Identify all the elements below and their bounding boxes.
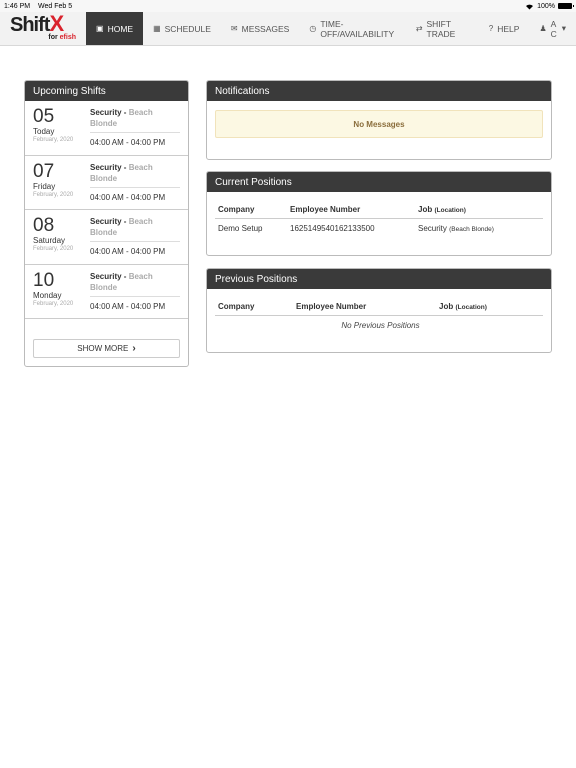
col-employee-number: Employee Number: [290, 205, 361, 214]
empty-row: No Previous Positions: [341, 320, 420, 330]
shift-day: 10: [33, 269, 55, 291]
status-time: 1:46 PM: [4, 2, 31, 10]
upcoming-shifts-title: Upcoming Shifts: [25, 81, 188, 101]
clock-icon: ◷: [309, 24, 317, 33]
calendar-icon: ▦: [153, 24, 161, 33]
nav-help[interactable]: ? HELP: [479, 12, 530, 45]
shift-month: February, 2020: [33, 191, 74, 198]
shift-role: Security -: [90, 108, 127, 117]
shift-time: 04:00 AM - 04:00 PM: [90, 247, 166, 256]
cell-job: Security (Beach Blonde): [418, 223, 494, 233]
shift-month: February, 2020: [33, 246, 74, 252]
top-navbar: ShiftX for efish ▣ HOME ▦ SCHEDULE ✉ MES…: [0, 12, 576, 46]
shift-weekday: Friday: [33, 181, 56, 191]
shift-item[interactable]: 07 Friday February, 2020 Security - Beac…: [25, 156, 188, 210]
upcoming-shifts-panel: Upcoming Shifts 05 Today February, 2020 …: [24, 80, 189, 367]
col-job: Job (Location): [418, 205, 466, 214]
table-header: Company Employee Number Job (Location): [215, 298, 543, 316]
shift-role: Security -: [90, 217, 127, 226]
table-header: Company Employee Number Job (Location): [215, 201, 543, 219]
current-positions-panel: Current Positions Company Employee Numbe…: [206, 171, 552, 256]
status-date: Wed Feb 5: [38, 2, 73, 10]
nav-messages-label: MESSAGES: [241, 23, 290, 34]
cell-employee-number: 1625149540162133500: [290, 223, 375, 233]
col-company: Company: [218, 302, 255, 311]
dashboard-icon: ▣: [96, 24, 104, 33]
current-positions-table: Company Employee Number Job (Location) D…: [215, 201, 543, 237]
table-row: Demo Setup 1625149540162133500 Security …: [215, 219, 543, 237]
shift-month: February, 2020: [33, 137, 74, 143]
caret-down-icon: ▾: [561, 23, 566, 33]
nav-time-off-label: TIME-OFF/AVAILABILITY: [320, 18, 395, 39]
shift-role: Security -: [90, 162, 127, 172]
nav-shift-trade[interactable]: ⇄ SHIFT TRADE: [406, 12, 479, 45]
no-messages-alert: No Messages: [215, 110, 543, 138]
nav-time-off[interactable]: ◷ TIME-OFF/AVAILABILITY: [299, 12, 405, 45]
shift-weekday: Today: [33, 127, 55, 136]
question-icon: ?: [488, 24, 494, 33]
user-name: A C: [550, 18, 557, 39]
battery-icon: [558, 3, 574, 9]
previous-positions-panel: Previous Positions Company Employee Numb…: [206, 268, 552, 353]
shift-time: 04:00 AM - 04:00 PM: [90, 138, 166, 147]
shift-weekday: Monday: [33, 290, 62, 300]
cell-company: Demo Setup: [218, 223, 263, 233]
col-employee-number: Employee Number: [296, 302, 367, 311]
nav-messages[interactable]: ✉ MESSAGES: [221, 12, 299, 45]
current-positions-title: Current Positions: [207, 172, 551, 192]
shuffle-icon: ⇄: [415, 24, 423, 33]
battery-percent: 100%: [537, 2, 555, 10]
notifications-panel: Notifications No Messages: [206, 80, 552, 160]
shift-item[interactable]: 10 Monday February, 2020 Security - Beac…: [25, 265, 188, 319]
status-bar: 1:46 PM Wed Feb 5 100%: [0, 0, 576, 12]
nav-home-label: HOME: [107, 23, 134, 34]
show-more-button[interactable]: SHOW MORE ›: [33, 339, 180, 358]
shift-day: 05: [33, 106, 55, 127]
nav-shift-trade-label: SHIFT TRADE: [426, 18, 456, 39]
shift-month: February, 2020: [33, 300, 74, 307]
previous-positions-title: Previous Positions: [207, 269, 551, 289]
nav-help-label: HELP: [497, 23, 520, 34]
previous-positions-table: Company Employee Number Job (Location) N…: [215, 298, 543, 334]
nav-schedule-label: SCHEDULE: [164, 23, 211, 34]
col-job: Job (Location): [439, 302, 487, 311]
notifications-title: Notifications: [207, 81, 551, 101]
col-company: Company: [218, 205, 255, 214]
nav-home[interactable]: ▣ HOME: [86, 12, 144, 45]
nav-schedule[interactable]: ▦ SCHEDULE: [143, 12, 221, 45]
chevron-right-icon: ›: [132, 343, 136, 354]
user-menu[interactable]: ♟ A C ▾: [529, 12, 576, 45]
shift-time: 04:00 AM - 04:00 PM: [90, 301, 166, 311]
shift-role: Security -: [90, 271, 127, 281]
show-more-label: SHOW MORE: [77, 344, 129, 353]
envelope-icon: ✉: [230, 24, 238, 33]
user-icon: ♟: [539, 24, 547, 33]
shiftx-logo[interactable]: ShiftX for efish: [0, 12, 86, 45]
shift-weekday: Saturday: [33, 236, 66, 245]
wifi-icon: [525, 3, 534, 10]
shift-day: 08: [33, 215, 55, 236]
shift-item[interactable]: 05 Today February, 2020 Security - Beach…: [25, 101, 188, 156]
shift-item[interactable]: 08 Saturday February, 2020 Security - Be…: [25, 210, 188, 265]
shift-time: 04:00 AM - 04:00 PM: [90, 192, 166, 202]
shift-day: 07: [33, 160, 55, 182]
